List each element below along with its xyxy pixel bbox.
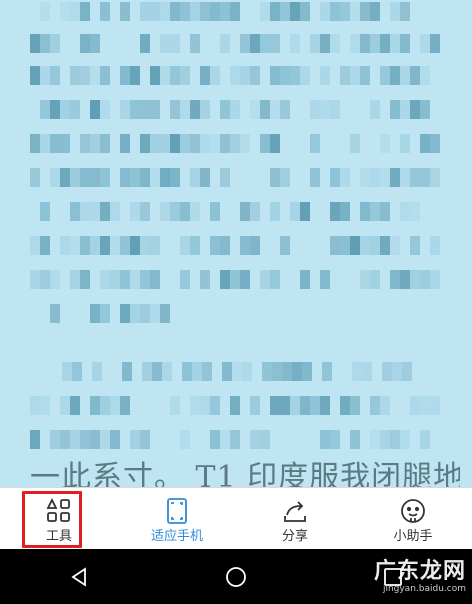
assistant-button[interactable]: 小助手 <box>354 488 472 550</box>
assistant-label: 小助手 <box>393 529 433 544</box>
home-circle-icon[interactable] <box>216 557 256 597</box>
visible-text-line: 一此系寸。 T1 印度服我闭腿地， 一 <box>30 460 460 487</box>
assistant-face-icon <box>399 497 427 525</box>
fit-phone-label: 适应手机 <box>150 529 203 544</box>
watermark-sub: jingyan.baidu.com <box>382 584 466 594</box>
watermark: 广东龙网 jingyan.baidu.com <box>373 559 466 595</box>
share-icon <box>281 497 309 525</box>
document-view[interactable]: 一此系寸。 T1 印度服我闭腿地， 一 <box>0 0 472 487</box>
tools-highlight-box <box>22 491 82 548</box>
watermark-main: 广东龙网 <box>373 559 466 584</box>
back-triangle-icon[interactable] <box>59 557 99 597</box>
share-label: 分享 <box>281 529 308 544</box>
fit-phone-button[interactable]: 适应手机 <box>118 488 236 550</box>
share-button[interactable]: 分享 <box>236 488 354 550</box>
fit-phone-icon <box>163 497 191 525</box>
